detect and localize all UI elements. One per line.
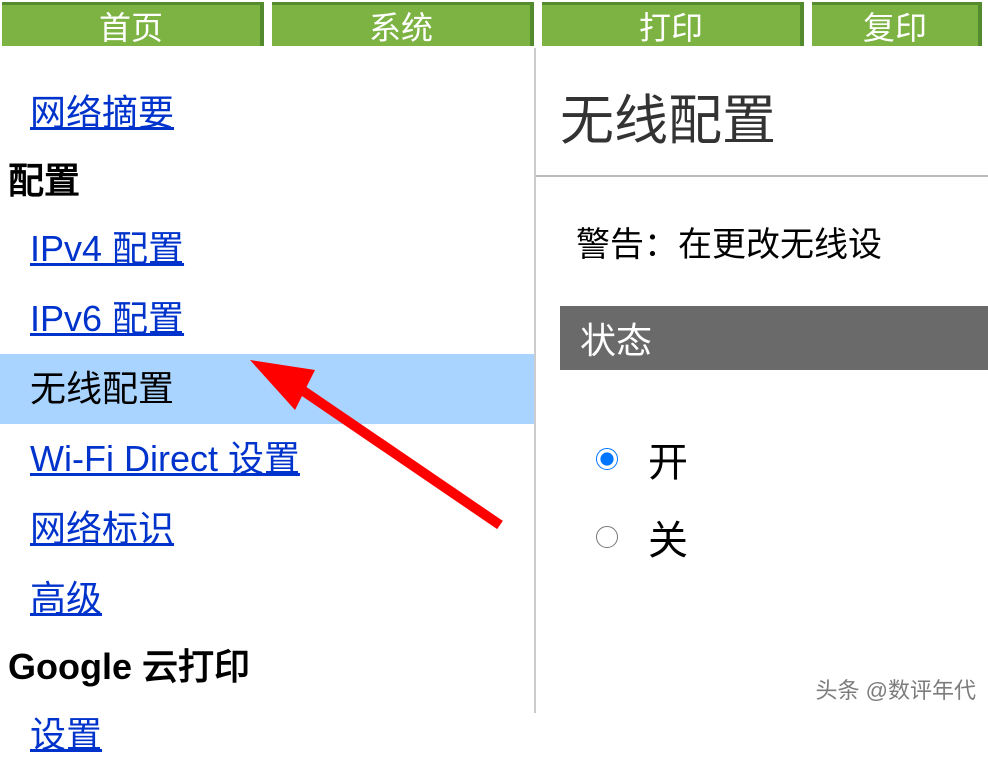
sidebar-link-ipv4[interactable]: IPv4 配置 [0,214,534,284]
sidebar-link-network-summary[interactable]: 网络摘要 [0,78,534,148]
tab-system[interactable]: 系统 [272,2,534,46]
sidebar-link-network-id[interactable]: 网络标识 [0,494,534,564]
sidebar-link-wireless[interactable]: 无线配置 [0,354,534,424]
sidebar-link-ipv6[interactable]: IPv6 配置 [0,284,534,354]
tab-copy[interactable]: 复印 [812,2,982,46]
radio-on[interactable] [596,448,618,470]
status-radio-group: 开 关 [536,370,988,566]
radio-off[interactable] [596,526,618,548]
sidebar-link-advanced[interactable]: 高级 [0,564,534,634]
tab-home[interactable]: 首页 [2,2,264,46]
main-panel: 无线配置 警告：在更改无线设 状态 开 关 [536,48,988,713]
sidebar-heading-config: 配置 [0,148,534,214]
sidebar-link-wifi-direct[interactable]: Wi-Fi Direct 设置 [0,424,534,494]
tab-print[interactable]: 打印 [542,2,804,46]
warning-text: 警告：在更改无线设 [536,177,988,306]
sidebar-link-settings[interactable]: 设置 [0,700,534,770]
watermark: 头条 @数评年代 [816,673,976,705]
radio-off-label: 关 [648,508,688,566]
radio-on-label: 开 [648,430,688,488]
sidebar: 网络摘要 配置 IPv4 配置 IPv6 配置 无线配置 Wi-Fi Direc… [0,48,536,713]
sidebar-heading-google-cloud-print: Google 云打印 [0,634,534,700]
page-title: 无线配置 [536,48,988,177]
radio-row-on[interactable]: 开 [596,430,988,488]
radio-row-off[interactable]: 关 [596,508,988,566]
status-section-header: 状态 [560,306,988,370]
